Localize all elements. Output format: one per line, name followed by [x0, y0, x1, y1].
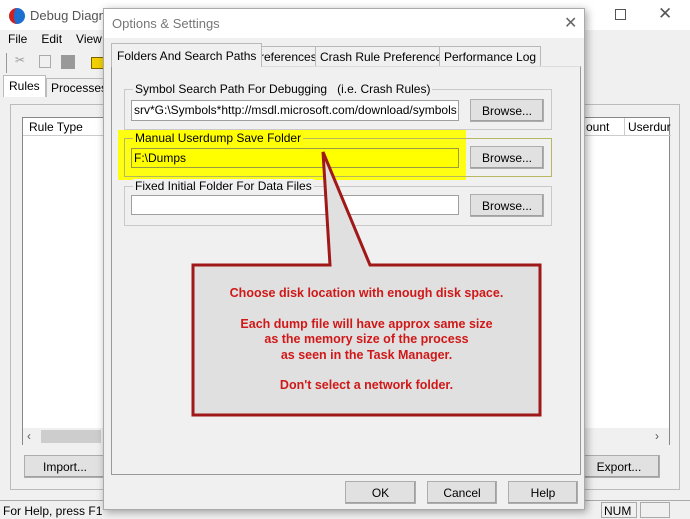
callout-line: Choose disk location with enough disk sp…	[229, 286, 504, 300]
callout-line	[193, 302, 540, 317]
callout-line	[193, 363, 540, 378]
callout-text: Choose disk location with enough disk sp…	[193, 286, 540, 394]
callout-line: as the memory size of the process	[264, 332, 469, 346]
callout-line: as seen in the Task Manager.	[280, 347, 453, 362]
callout-shape	[191, 151, 542, 417]
callout-line: Don't select a network folder.	[279, 378, 454, 392]
callout-line: Each dump file will have approx same siz…	[240, 316, 493, 331]
